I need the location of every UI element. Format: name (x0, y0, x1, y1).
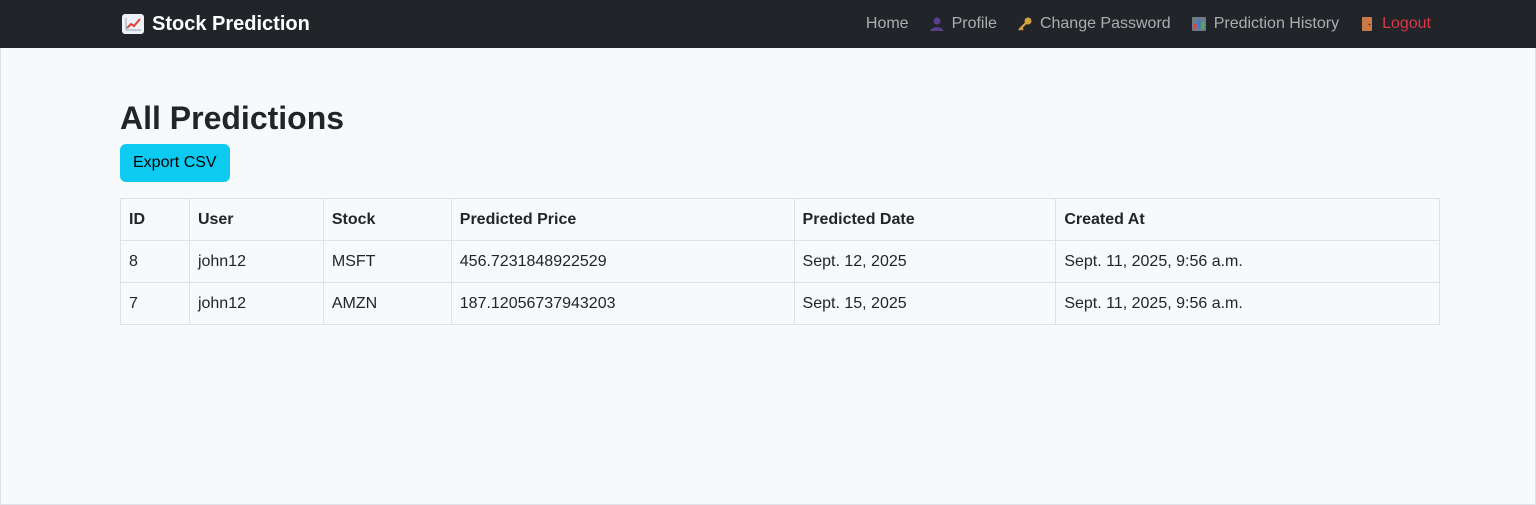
user-icon (928, 15, 946, 33)
table-row: 8 john12 MSFT 456.7231848922529 Sept. 12… (120, 240, 1440, 283)
main-container: All Predictions Export CSV ID User Stock… (120, 48, 1440, 325)
nav-home-label: Home (865, 15, 909, 32)
nav-links: Home Profile Change Password Prediction … (866, 15, 1431, 33)
page-title: All Predictions (120, 100, 345, 136)
bar-chart-icon (1190, 15, 1208, 33)
key-icon (1016, 15, 1034, 33)
cell-user: john12 (188, 240, 324, 283)
cell-stock: AMZN (322, 282, 452, 325)
cell-user: john12 (188, 282, 324, 325)
header-created-at: Created At (1055, 198, 1440, 241)
export-csv-button[interactable]: Export CSV (120, 144, 230, 182)
brand-link[interactable]: Stock Prediction (122, 13, 310, 36)
nav-change-password[interactable]: Change Password (1016, 15, 1171, 33)
nav-logout-label: Logout (1382, 15, 1431, 32)
nav-home[interactable]: Home (866, 15, 909, 33)
header-stock: Stock (322, 198, 452, 241)
cell-predicted-date: Sept. 15, 2025 (793, 282, 1057, 325)
cell-predicted-price: 187.12056737943203 (450, 282, 795, 325)
door-icon (1358, 15, 1376, 33)
header-id: ID (120, 198, 190, 241)
cell-created-at: Sept. 11, 2025, 9:56 a.m. (1055, 282, 1440, 325)
page-body: All Predictions Export CSV ID User Stock… (0, 48, 1536, 505)
cell-predicted-date: Sept. 12, 2025 (793, 240, 1057, 283)
cell-id: 8 (120, 240, 190, 283)
cell-predicted-price: 456.7231848922529 (450, 240, 795, 283)
header-user: User (188, 198, 324, 241)
cell-created-at: Sept. 11, 2025, 9:56 a.m. (1055, 240, 1440, 283)
nav-profile-label: Profile (951, 15, 997, 32)
navbar: Stock Prediction Home Profile Change Pas… (0, 0, 1536, 48)
nav-change-password-label: Change Password (1039, 15, 1171, 32)
nav-logout[interactable]: Logout (1358, 15, 1431, 33)
brand-label: Stock Prediction (152, 12, 310, 35)
predictions-table: ID User Stock Predicted Price Predicted … (120, 198, 1440, 325)
nav-prediction-history-label: Prediction History (1213, 15, 1340, 32)
cell-stock: MSFT (322, 240, 452, 283)
table-row: 7 john12 AMZN 187.12056737943203 Sept. 1… (120, 282, 1440, 325)
header-predicted-date: Predicted Date (793, 198, 1057, 241)
nav-profile[interactable]: Profile (928, 15, 997, 33)
header-predicted-price: Predicted Price (450, 198, 795, 241)
chart-increasing-icon (122, 14, 144, 34)
nav-prediction-history[interactable]: Prediction History (1190, 15, 1339, 33)
cell-id: 7 (120, 282, 190, 325)
table-header-row: ID User Stock Predicted Price Predicted … (120, 198, 1440, 241)
